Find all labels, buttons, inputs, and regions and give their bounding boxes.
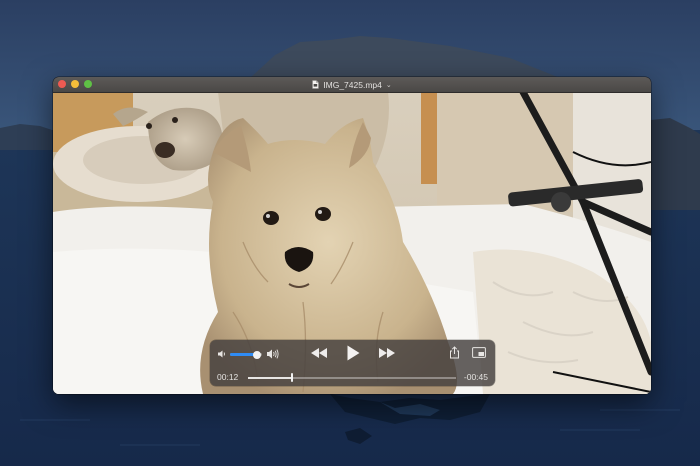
fast-forward-icon[interactable] bbox=[378, 347, 396, 359]
speaker-low-icon[interactable] bbox=[217, 349, 227, 359]
title-bar[interactable]: IMG_7425.mp4 ⌄ bbox=[53, 77, 651, 93]
player-window[interactable]: IMG_7425.mp4 ⌄ 00:12 -00:45 bbox=[53, 77, 651, 394]
elapsed-time: 00:12 bbox=[217, 372, 239, 382]
volume-slider[interactable] bbox=[230, 350, 262, 359]
picture-in-picture-icon[interactable] bbox=[472, 347, 486, 358]
window-title: IMG_7425.mp4 bbox=[323, 79, 382, 90]
chevron-down-icon[interactable]: ⌄ bbox=[386, 81, 392, 89]
scrubber-bar[interactable] bbox=[248, 373, 456, 382]
document-icon bbox=[312, 80, 320, 89]
play-icon[interactable] bbox=[346, 344, 361, 362]
playback-controls-hud[interactable]: 00:12 -00:45 bbox=[210, 340, 495, 386]
speaker-high-icon[interactable] bbox=[266, 348, 280, 360]
share-icon[interactable] bbox=[449, 346, 460, 359]
played-progress bbox=[248, 377, 292, 379]
remaining-time: -00:45 bbox=[463, 372, 488, 382]
rewind-icon[interactable] bbox=[310, 347, 328, 359]
window-title-group[interactable]: IMG_7425.mp4 ⌄ bbox=[53, 77, 651, 92]
volume-knob[interactable] bbox=[253, 350, 262, 359]
scrubber-playhead[interactable] bbox=[290, 373, 293, 382]
